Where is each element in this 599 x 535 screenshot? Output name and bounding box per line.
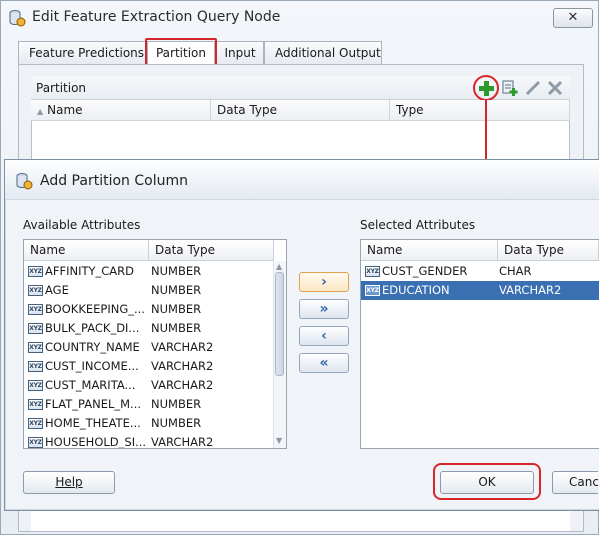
dialog-title: Add Partition Column xyxy=(40,173,188,189)
attribute-data-type: NUMBER xyxy=(151,397,202,411)
available-rows: XYZ AFFINITY_CARD NUMBER XYZ AGE NUMBER XYZ B… xyxy=(24,262,273,448)
attribute-data-type: VARCHAR2 xyxy=(499,283,562,297)
attribute-data-type: NUMBER xyxy=(151,416,202,430)
tab-input[interactable]: Input xyxy=(216,41,264,65)
attribute-name: BULK_PACK_DI... xyxy=(45,321,140,335)
list-item[interactable]: XYZ HOME_THEATE... NUMBER xyxy=(24,414,273,433)
attribute-name: CUST_GENDER xyxy=(382,264,468,278)
window-title: Edit Feature Extraction Query Node xyxy=(32,9,281,25)
database-icon xyxy=(16,173,33,190)
partition-tab-highlight xyxy=(145,38,217,67)
column-header-type[interactable]: Type xyxy=(390,100,570,121)
attribute-type-icon: XYZ xyxy=(28,399,43,410)
window-titlebar: Edit Feature Extraction Query Node xyxy=(0,0,597,36)
attribute-type-icon: XYZ xyxy=(28,285,43,296)
list-item[interactable]: XYZ CUST_INCOME... VARCHAR2 xyxy=(24,357,273,376)
attribute-type-icon: XYZ xyxy=(28,361,43,372)
attribute-data-type: NUMBER xyxy=(151,321,202,335)
attribute-data-type: NUMBER xyxy=(151,264,202,278)
attribute-data-type: VARCHAR2 xyxy=(151,435,214,448)
attribute-type-icon: XYZ xyxy=(28,342,43,353)
available-column-data-type[interactable]: Data Type xyxy=(149,240,274,261)
close-icon: ✕ xyxy=(567,10,579,25)
selected-column-name[interactable]: Name xyxy=(361,240,498,261)
attribute-data-type: CHAR xyxy=(499,264,532,278)
selected-column-data-type[interactable]: Data Type xyxy=(498,240,599,261)
attribute-name: HOUSEHOLD_SI... xyxy=(45,435,145,448)
column-header-name-label: Name xyxy=(47,103,83,117)
cancel-button[interactable]: Cancel xyxy=(552,471,598,494)
scroll-up-icon[interactable]: ▲ xyxy=(276,262,282,271)
close-button[interactable]: ✕ xyxy=(553,8,593,28)
move-all-right-button[interactable]: » xyxy=(299,299,349,319)
tab-additional-output[interactable]: Additional Output xyxy=(264,41,382,65)
attribute-data-type: NUMBER xyxy=(151,302,202,316)
partition-table-lower xyxy=(31,508,570,531)
attribute-type-icon: XYZ xyxy=(365,266,380,277)
list-item[interactable]: XYZ BOOKKEEPING_... NUMBER xyxy=(24,300,273,319)
delete-icon[interactable] xyxy=(546,79,564,97)
attribute-data-type: VARCHAR2 xyxy=(151,340,214,354)
attribute-name: COUNTRY_NAME xyxy=(45,340,140,354)
attribute-name: FLAT_PANEL_M... xyxy=(45,397,142,411)
attribute-name: BOOKKEEPING_... xyxy=(45,302,145,316)
available-attributes-label: Available Attributes xyxy=(23,218,141,232)
list-item[interactable]: XYZ CUST_MARITA... VARCHAR2 xyxy=(24,376,273,395)
list-item-selected[interactable]: XYZ EDUCATION VARCHAR2 xyxy=(361,281,599,300)
scroll-down-icon[interactable]: ▼ xyxy=(276,436,282,445)
selected-rows: XYZ CUST_GENDER CHAR XYZ EDUCATION VARCHAR2 xyxy=(361,262,599,302)
attribute-name: EDUCATION xyxy=(382,283,450,297)
attribute-type-icon: XYZ xyxy=(28,437,43,448)
sort-asc-icon: ▲ xyxy=(37,107,44,116)
list-item[interactable]: XYZ FLAT_PANEL_M... NUMBER xyxy=(24,395,273,414)
database-icon xyxy=(9,10,26,27)
attribute-type-icon: XYZ xyxy=(28,380,43,391)
add-icon-highlight xyxy=(473,75,499,101)
move-left-button[interactable]: ‹ xyxy=(299,326,349,346)
scrollbar-thumb[interactable] xyxy=(275,272,284,376)
edit-icon[interactable] xyxy=(524,79,542,97)
partition-label: Partition xyxy=(36,81,87,95)
list-item[interactable]: XYZ AGE NUMBER xyxy=(24,281,273,300)
attribute-name: CUST_MARITA... xyxy=(45,378,136,392)
list-item[interactable]: XYZ COUNTRY_NAME VARCHAR2 xyxy=(24,338,273,357)
ok-button-highlight xyxy=(433,463,541,500)
help-button-label: Help xyxy=(55,475,83,489)
available-column-name[interactable]: Name xyxy=(24,240,149,261)
attribute-name: HOME_THEATE... xyxy=(45,416,141,430)
attribute-data-type: VARCHAR2 xyxy=(151,378,214,392)
attribute-type-icon: XYZ xyxy=(28,266,43,277)
attribute-name: AGE xyxy=(45,283,69,297)
attribute-name: AFFINITY_CARD xyxy=(45,264,135,278)
attribute-name: CUST_INCOME... xyxy=(45,359,139,373)
help-button[interactable]: Help xyxy=(23,471,115,494)
attribute-type-icon: XYZ xyxy=(365,285,380,296)
attribute-type-icon: XYZ xyxy=(28,323,43,334)
attribute-type-icon: XYZ xyxy=(28,418,43,429)
attribute-data-type: VARCHAR2 xyxy=(151,359,214,373)
list-item[interactable]: XYZ BULK_PACK_DI... NUMBER xyxy=(24,319,273,338)
move-right-button[interactable]: › xyxy=(299,272,349,292)
attribute-type-icon: XYZ xyxy=(28,304,43,315)
add-attribute-icon[interactable] xyxy=(501,79,519,97)
tab-feature-predictions[interactable]: Feature Predictions xyxy=(18,41,147,65)
attribute-data-type: NUMBER xyxy=(151,283,202,297)
list-item[interactable]: XYZ AFFINITY_CARD NUMBER xyxy=(24,262,273,281)
column-header-data-type[interactable]: Data Type xyxy=(211,100,390,121)
selected-attributes-label: Selected Attributes xyxy=(360,218,476,232)
list-item[interactable]: XYZ CUST_GENDER CHAR xyxy=(361,262,599,281)
list-item[interactable]: XYZ HOUSEHOLD_SI... VARCHAR2 xyxy=(24,433,273,448)
column-header-name[interactable]: ▲ Name xyxy=(31,100,211,121)
move-all-left-button[interactable]: « xyxy=(299,353,349,373)
